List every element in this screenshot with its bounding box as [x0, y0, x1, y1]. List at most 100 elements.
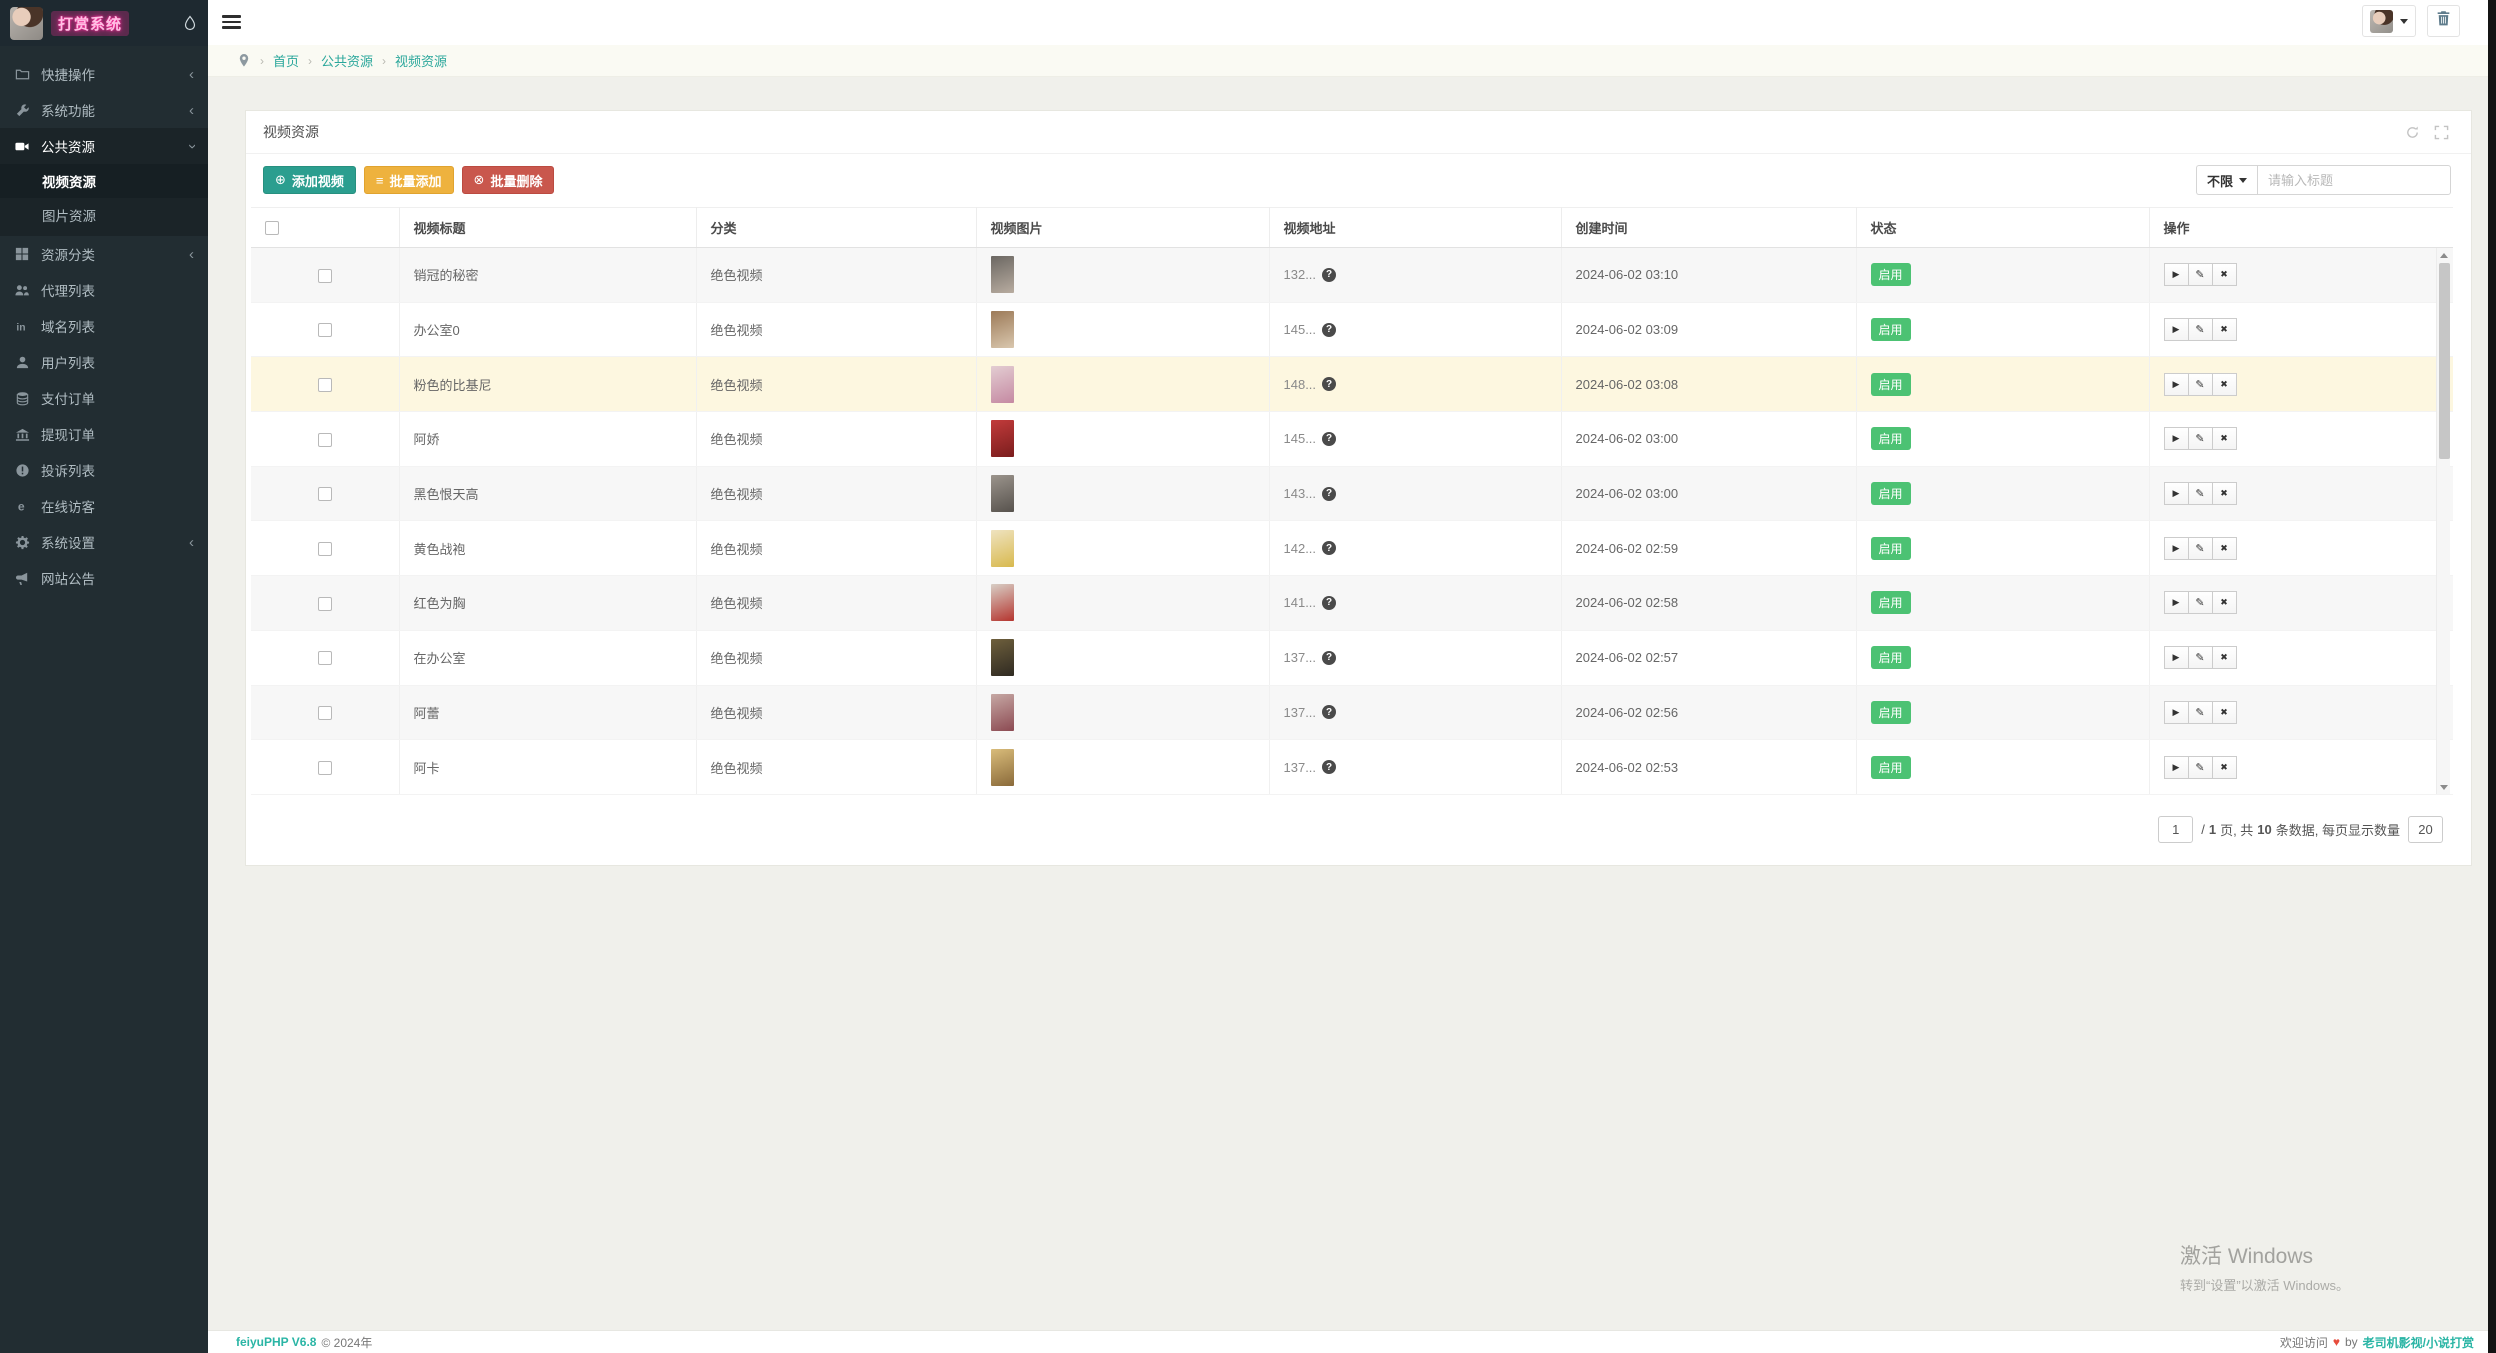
batch-add-button[interactable]: ≡ 批量添加 — [363, 166, 454, 194]
sidebar-item[interactable]: 用户列表 — [0, 344, 208, 380]
sidebar-item[interactable]: 资源分类 ‹ — [0, 236, 208, 272]
video-thumbnail[interactable] — [990, 420, 1014, 458]
sidebar-item[interactable]: 代理列表 — [0, 272, 208, 308]
video-thumbnail[interactable] — [990, 365, 1014, 403]
fullscreen-icon[interactable] — [2434, 125, 2449, 140]
breadcrumb-item[interactable]: 视频资源 — [395, 51, 447, 70]
sidebar-item[interactable]: 支付订单 — [0, 380, 208, 416]
video-address: 143... — [1283, 486, 1317, 502]
status-badge: 启用 — [1870, 646, 1911, 670]
delete-button[interactable]: ✖ — [2211, 372, 2237, 396]
sidebar-item[interactable]: in 域名列表 — [0, 308, 208, 344]
sidebar-item[interactable]: e 在线访客 — [0, 488, 208, 524]
delete-button[interactable]: ✖ — [2211, 646, 2237, 670]
batch-delete-button[interactable]: ⊗ 批量删除 — [461, 166, 555, 194]
scrollbar-thumb[interactable] — [2438, 263, 2450, 459]
user-menu-button[interactable] — [2362, 5, 2416, 37]
refresh-icon[interactable] — [2405, 125, 2420, 140]
play-button[interactable]: ▶ — [2163, 482, 2189, 506]
delete-button[interactable]: ✖ — [2211, 427, 2237, 451]
svg-text:in: in — [16, 322, 25, 333]
scrollbar-up-arrow[interactable] — [2437, 248, 2451, 262]
question-circle-icon[interactable]: ? — [1322, 267, 1337, 282]
breadcrumb-item[interactable]: 首页 — [273, 51, 299, 70]
video-thumbnail[interactable] — [990, 639, 1014, 677]
play-button[interactable]: ▶ — [2163, 318, 2189, 342]
question-circle-icon[interactable]: ? — [1322, 650, 1337, 665]
sidebar-item[interactable]: 公共资源 ‹ — [0, 128, 208, 164]
edit-button[interactable]: ✎ — [2187, 482, 2213, 506]
edit-button[interactable]: ✎ — [2187, 318, 2213, 342]
edit-button[interactable]: ✎ — [2187, 646, 2213, 670]
play-button[interactable]: ▶ — [2163, 427, 2189, 451]
sidebar-item[interactable]: 网站公告 — [0, 560, 208, 596]
footer-site-link[interactable]: 老司机影视/小说打赏 — [2363, 1334, 2474, 1351]
play-button[interactable]: ▶ — [2163, 536, 2189, 560]
video-thumbnail[interactable] — [990, 529, 1014, 567]
row-checkbox[interactable] — [317, 651, 332, 666]
question-circle-icon[interactable]: ? — [1322, 486, 1337, 501]
row-checkbox[interactable] — [317, 760, 332, 775]
sidebar-item[interactable]: 系统功能 ‹ — [0, 92, 208, 128]
sidebar-item[interactable]: 投诉列表 — [0, 452, 208, 488]
delete-button[interactable]: ✖ — [2211, 700, 2237, 724]
question-circle-icon[interactable]: ? — [1322, 322, 1337, 337]
question-circle-icon[interactable]: ? — [1322, 431, 1337, 446]
play-button[interactable]: ▶ — [2163, 591, 2189, 615]
select-all-checkbox[interactable] — [265, 221, 279, 236]
edit-button[interactable]: ✎ — [2187, 591, 2213, 615]
edit-button[interactable]: ✎ — [2187, 700, 2213, 724]
play-button[interactable]: ▶ — [2163, 700, 2189, 724]
edit-button[interactable]: ✎ — [2187, 536, 2213, 560]
row-checkbox[interactable] — [317, 487, 332, 502]
question-circle-icon[interactable]: ? — [1322, 595, 1337, 610]
sidebar-item[interactable]: 提现订单 — [0, 416, 208, 452]
video-thumbnail[interactable] — [990, 584, 1014, 622]
edit-button[interactable]: ✎ — [2187, 755, 2213, 779]
play-button[interactable]: ▶ — [2163, 646, 2189, 670]
page-size-input[interactable] — [2408, 815, 2443, 843]
delete-button[interactable]: ✖ — [2211, 591, 2237, 615]
filter-dropdown[interactable]: 不限 — [2195, 165, 2257, 195]
row-checkbox[interactable] — [317, 268, 332, 283]
search-input[interactable] — [2257, 165, 2451, 195]
edit-button[interactable]: ✎ — [2187, 372, 2213, 396]
breadcrumb-item[interactable]: 公共资源 — [321, 51, 373, 70]
delete-button[interactable]: ✖ — [2211, 482, 2237, 506]
play-button[interactable]: ▶ — [2163, 263, 2189, 287]
sidebar-subitem[interactable]: 视频资源 — [0, 164, 208, 198]
page-number-input[interactable] — [2158, 815, 2194, 843]
delete-button[interactable]: ✖ — [2211, 318, 2237, 342]
footer-brand-link[interactable]: feiyuPHP V6.8 — [236, 1335, 316, 1349]
question-circle-icon[interactable]: ? — [1322, 760, 1337, 775]
video-thumbnail[interactable] — [990, 311, 1014, 349]
question-circle-icon[interactable]: ? — [1322, 705, 1337, 720]
play-button[interactable]: ▶ — [2163, 755, 2189, 779]
row-checkbox[interactable] — [317, 323, 332, 338]
row-checkbox[interactable] — [317, 432, 332, 447]
delete-button[interactable]: ✖ — [2211, 755, 2237, 779]
row-checkbox[interactable] — [317, 378, 332, 392]
sidebar-item[interactable]: 快捷操作 ‹ — [0, 56, 208, 92]
question-circle-icon[interactable]: ? — [1322, 377, 1337, 392]
trash-button[interactable] — [2427, 5, 2460, 37]
add-video-button[interactable]: ⊕ 添加视频 — [263, 166, 356, 194]
video-thumbnail[interactable] — [990, 748, 1014, 786]
video-thumbnail[interactable] — [990, 475, 1014, 513]
play-button[interactable]: ▶ — [2163, 372, 2189, 396]
scrollbar-down-arrow[interactable] — [2437, 780, 2451, 794]
created-time: 2024-06-02 02:59 — [1560, 520, 1856, 577]
edit-button[interactable]: ✎ — [2187, 263, 2213, 287]
sidebar-subitem[interactable]: 图片资源 — [0, 198, 208, 232]
row-checkbox[interactable] — [317, 542, 332, 557]
hamburger-menu-icon[interactable] — [222, 15, 241, 29]
sidebar-item[interactable]: 系统设置 ‹ — [0, 524, 208, 560]
row-checkbox[interactable] — [317, 596, 332, 611]
question-circle-icon[interactable]: ? — [1322, 541, 1337, 556]
row-checkbox[interactable] — [317, 706, 332, 721]
delete-button[interactable]: ✖ — [2211, 263, 2237, 287]
edit-button[interactable]: ✎ — [2187, 427, 2213, 451]
video-thumbnail[interactable] — [990, 256, 1014, 294]
video-thumbnail[interactable] — [990, 693, 1014, 731]
delete-button[interactable]: ✖ — [2211, 536, 2237, 560]
